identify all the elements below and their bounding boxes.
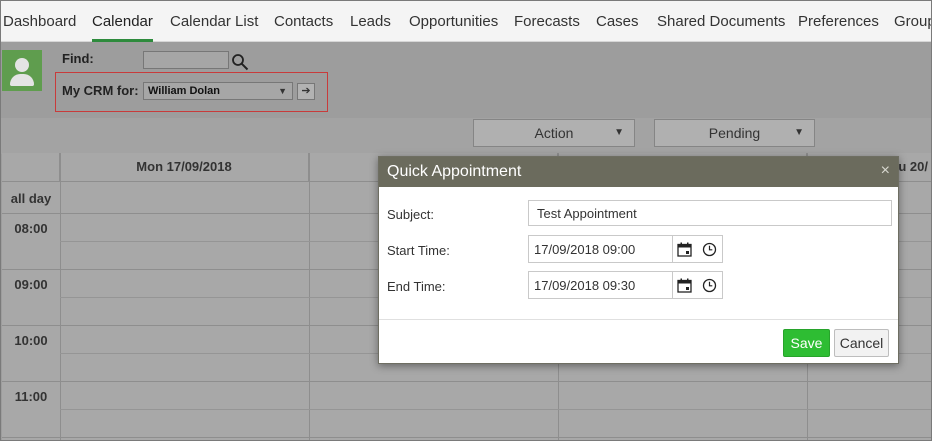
- end-time-label: End Time:: [387, 279, 446, 294]
- quick-appointment-dialog: Quick Appointment × Subject: Start Time:…: [378, 156, 899, 364]
- nav-item-group[interactable]: Group: [894, 1, 931, 42]
- nav-item-shared-documents[interactable]: Shared Documents: [657, 1, 785, 42]
- end-time-field[interactable]: 17/09/2018 09:30: [528, 271, 723, 299]
- status-label: Pending: [708, 125, 761, 141]
- crm-user-select[interactable]: William Dolan ▼: [143, 82, 293, 100]
- time-label: 11:00: [14, 389, 48, 404]
- crm-for-label: My CRM for:: [62, 83, 139, 98]
- go-arrow-button[interactable]: ➔: [297, 83, 315, 100]
- clock-icon[interactable]: [702, 242, 717, 257]
- status-dropdown[interactable]: Pending ▼: [654, 119, 815, 147]
- subject-input[interactable]: [528, 200, 892, 226]
- action-label: Action: [534, 125, 574, 141]
- all-day-label: all day: [10, 191, 52, 206]
- nav-item-contacts[interactable]: Contacts: [274, 1, 333, 42]
- crm-user-value: William Dolan: [148, 85, 221, 97]
- day-header-mon[interactable]: Mon 17/09/2018: [60, 153, 309, 182]
- cancel-button[interactable]: Cancel: [834, 329, 889, 357]
- nav-item-forecasts[interactable]: Forecasts: [514, 1, 580, 42]
- user-avatar-icon: [2, 50, 42, 91]
- save-button[interactable]: Save: [783, 329, 830, 357]
- find-input[interactable]: [143, 51, 229, 69]
- start-time-field[interactable]: 17/09/2018 09:00: [528, 235, 723, 263]
- time-label: 08:00: [14, 221, 48, 236]
- end-time-value: 17/09/2018 09:30: [534, 278, 636, 293]
- nav-item-calendar-list[interactable]: Calendar List: [170, 1, 258, 42]
- nav-item-calendar[interactable]: Calendar: [92, 1, 153, 42]
- nav-item-preferences[interactable]: Preferences: [798, 1, 879, 42]
- time-label: 09:00: [14, 277, 48, 292]
- dropdown-arrow-icon: ▼: [278, 86, 287, 96]
- nav-item-leads[interactable]: Leads: [350, 1, 391, 42]
- nav-item-dashboard[interactable]: Dashboard: [3, 1, 76, 42]
- chevron-down-icon: ▼: [614, 127, 624, 138]
- nav-item-opportunities[interactable]: Opportunities: [409, 1, 498, 42]
- start-time-label: Start Time:: [387, 243, 450, 258]
- find-label: Find:: [62, 51, 94, 66]
- subject-label: Subject:: [387, 207, 434, 222]
- grid-divider: [2, 381, 931, 382]
- calendar-icon[interactable]: [677, 242, 692, 257]
- nav-item-cases[interactable]: Cases: [596, 1, 639, 42]
- clock-icon[interactable]: [702, 278, 717, 293]
- close-icon[interactable]: ×: [881, 162, 890, 180]
- grid-divider: [2, 437, 931, 438]
- top-nav: Dashboard Calendar Calendar List Contact…: [1, 1, 931, 42]
- search-icon[interactable]: [231, 53, 249, 71]
- crm-user-filter: My CRM for: William Dolan ▼ ➔: [55, 72, 328, 112]
- dialog-title: Quick Appointment: [387, 163, 522, 180]
- action-dropdown[interactable]: Action ▼: [473, 119, 635, 147]
- time-column-header: [2, 153, 60, 182]
- grid-divider: [60, 409, 931, 410]
- time-label: 10:00: [14, 333, 48, 348]
- dialog-footer-divider: [379, 319, 898, 320]
- start-time-value: 17/09/2018 09:00: [534, 242, 636, 257]
- app-window: Dashboard Calendar Calendar List Contact…: [0, 0, 932, 441]
- chevron-down-icon: ▼: [794, 127, 804, 138]
- calendar-icon[interactable]: [677, 278, 692, 293]
- dialog-header: Quick Appointment ×: [379, 157, 898, 187]
